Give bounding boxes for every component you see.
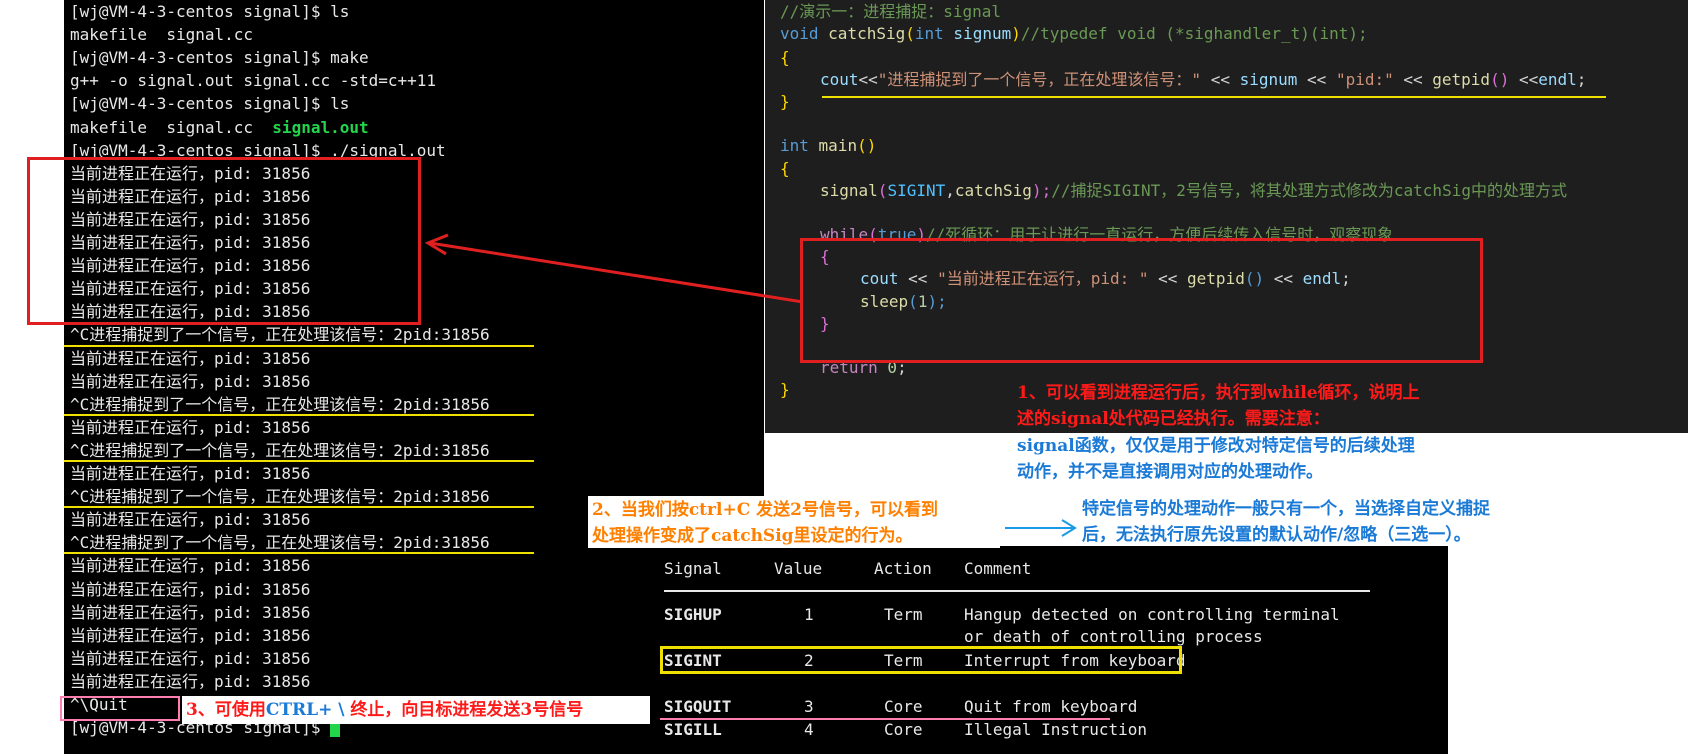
row-sigquit-value: 3	[804, 697, 814, 716]
terminal-line: 当前进程正在运行，pid: 31856	[70, 464, 311, 483]
note-1-line-1: 1、可以看到进程运行后，执行到while循环，说明上	[1017, 383, 1420, 403]
signal-caught-underline	[64, 460, 534, 462]
code-line-2: void catchSig(int signum)//typedef void …	[780, 24, 1368, 43]
note-1-line-3: signal函数，仅仅是用于修改对特定信号的后续处理	[1017, 436, 1415, 456]
terminal-line: 当前进程正在运行，pid: 31856	[70, 648, 311, 668]
note-1b-line-2: 后，无法执行原先设置的默认动作/忽略（三选一）。	[1082, 525, 1471, 545]
terminal-line: [wj@VM-4-3-centos signal]$ make	[70, 48, 369, 68]
note-1b-line-1: 特定信号的处理动作一般只有一个，当选择自定义捕捉	[1082, 499, 1490, 519]
code-line-4: cout<<"进程捕捉到了一个信号，正在处理该信号：" << signum <<…	[820, 70, 1587, 89]
signal-caught-underline	[64, 506, 534, 509]
code-line-3: {	[780, 48, 790, 67]
terminal-line: 当前进程正在运行，pid: 31856	[70, 348, 311, 368]
row-sigquit-comment: Quit from keyboard	[964, 697, 1138, 716]
terminal-line: g++ -o signal.out signal.cc -std=c++11	[70, 71, 437, 91]
terminal-line: [wj@VM-4-3-centos signal]$ ls	[70, 2, 350, 21]
binary-filename: signal.out	[272, 117, 369, 137]
sigquit-underline	[660, 718, 1110, 720]
running-output-highlight	[27, 157, 421, 325]
col-header-value: Value	[774, 559, 823, 578]
row-sighup-comment2: or death of controlling process	[964, 627, 1263, 646]
signal-caught-underline	[64, 552, 534, 555]
cout-line-underline	[822, 96, 1606, 98]
row-sighup-value: 1	[804, 605, 814, 624]
col-header-signal: Signal	[664, 559, 722, 578]
terminal-line: ^C进程捕捉到了一个信号，正在处理该信号：2pid:31856	[70, 325, 490, 345]
terminal-line: 当前进程正在运行，pid: 31856	[70, 510, 311, 530]
code-editor[interactable]: //演示一：进程捕捉：signal void catchSig(int sign…	[765, 0, 1688, 433]
row-sighup-signal: SIGHUP	[664, 605, 722, 624]
terminal-line: 当前进程正在运行，pid: 31856	[70, 671, 311, 691]
while-loop-highlight	[800, 238, 1483, 363]
terminal-line: ^C进程捕捉到了一个信号，正在处理该信号：2pid:31856	[70, 533, 490, 553]
terminal-line: 当前进程正在运行，pid: 31856	[70, 579, 311, 599]
row-sighup-comment: Hangup detected on controlling terminal	[964, 605, 1340, 624]
code-line-1: //演示一：进程捕捉：signal	[780, 2, 1002, 21]
terminal-line: [wj@VM-4-3-centos signal]$ ls	[70, 94, 350, 114]
note-1-line-2: 述的signal处代码已经执行。需要注意：	[1017, 409, 1330, 429]
row-sighup-action: Term	[884, 605, 923, 624]
code-line-7: int main()	[780, 136, 877, 155]
code-line-18: }	[780, 380, 790, 399]
terminal-line: ^C进程捕捉到了一个信号，正在处理该信号：2pid:31856	[70, 440, 490, 460]
terminal-line: 当前进程正在运行，pid: 31856	[70, 625, 311, 645]
signal-table: Signal Value Action Comment SIGHUP 1 Ter…	[650, 546, 1448, 754]
terminal-line: ^C进程捕捉到了一个信号，正在处理该信号：2pid:31856	[70, 487, 490, 507]
note-2-line-1: 2、当我们按ctrl+C 发送2号信号，可以看到	[592, 500, 938, 520]
terminal-line: 当前进程正在运行，pid: 31856	[70, 417, 311, 437]
sigint-highlight-box	[660, 646, 1182, 674]
note-1-line-4: 动作，并不是直接调用对应的处理动作。	[1017, 462, 1323, 482]
row-sigquit-action: Core	[884, 697, 923, 716]
code-line-9: signal(SIGINT,catchSig);//捕捉SIGINT，2号信号，…	[820, 181, 1567, 200]
col-header-comment: Comment	[964, 559, 1032, 578]
terminal-line: makefile signal.cc signal.out	[70, 117, 369, 137]
terminal-line: 当前进程正在运行，pid: 31856	[70, 556, 311, 576]
row-sigill-action: Core	[884, 720, 923, 739]
note-2-line-2: 处理操作变成了catchSig里设定的行为。	[592, 526, 913, 546]
quit-highlight-box	[60, 696, 180, 721]
row-sigill-value: 4	[804, 720, 814, 739]
signal-caught-underline	[64, 413, 534, 416]
col-header-action: Action	[874, 559, 932, 578]
code-line-5: }	[780, 92, 790, 111]
terminal-line: 当前进程正在运行，pid: 31856	[70, 602, 311, 622]
note-3: 3、可使用CTRL+ \ 终止，向目标进程发送3号信号	[186, 700, 584, 720]
terminal-line: 当前进程正在运行，pid: 31856	[70, 371, 311, 391]
row-sigill-comment: Illegal Instruction	[964, 720, 1148, 739]
row-sigquit-signal: SIGQUIT	[664, 697, 732, 716]
code-line-8: {	[780, 159, 790, 178]
signal-caught-underline	[64, 344, 534, 347]
header-divider	[664, 590, 1370, 592]
terminal-line: makefile signal.cc	[70, 25, 254, 45]
row-sigill-signal: SIGILL	[664, 720, 722, 739]
terminal-line: ^C进程捕捉到了一个信号，正在处理该信号：2pid:31856	[70, 394, 490, 414]
